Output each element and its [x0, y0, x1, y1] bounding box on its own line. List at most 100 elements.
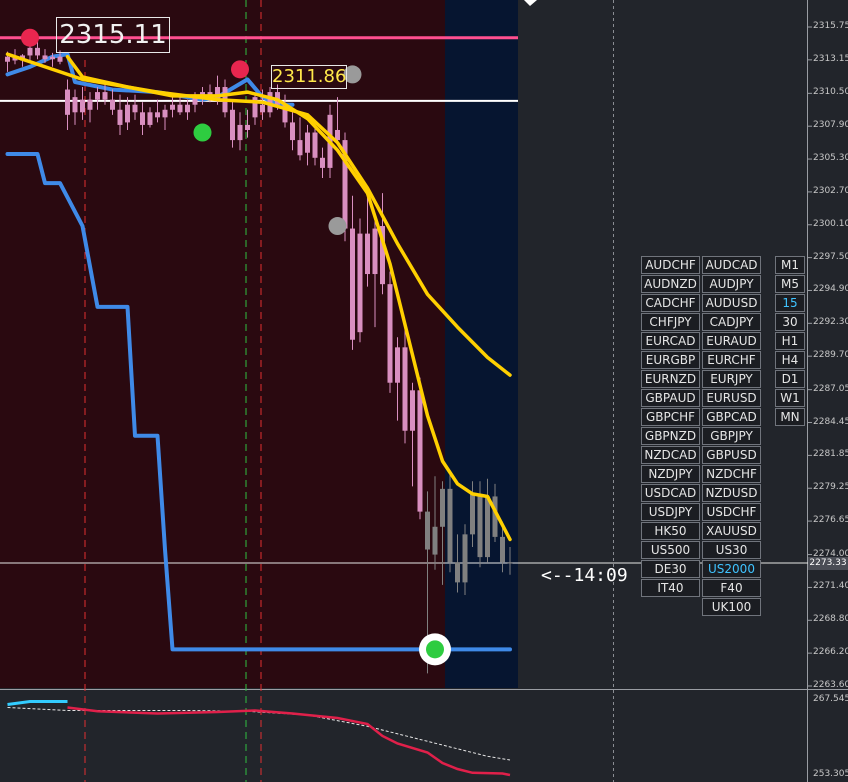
symbol-button-hk50[interactable]: HK50	[641, 522, 700, 540]
candle-body	[260, 104, 265, 113]
symbol-button-gbpnzd[interactable]: GBPNZD	[641, 427, 700, 445]
buy-signal-marker	[193, 123, 212, 142]
symbol-button-euraud[interactable]: EURAUD	[702, 332, 761, 350]
symbol-button-f40[interactable]: F40	[702, 579, 761, 597]
symbol-button-usdcad[interactable]: USDCAD	[641, 484, 700, 502]
symbol-button-eurchf[interactable]: EURCHF	[702, 351, 761, 369]
symbol-button-audusd[interactable]: AUDUSD	[702, 294, 761, 312]
timeframe-button-m5[interactable]: M5	[775, 275, 805, 293]
symbol-button-audchf[interactable]: AUDCHF	[641, 256, 700, 274]
symbol-button-eurcad[interactable]: EURCAD	[641, 332, 700, 350]
symbol-button-nzdjpy[interactable]: NZDJPY	[641, 465, 700, 483]
symbol-button-eurusd[interactable]: EURUSD	[702, 389, 761, 407]
candle-body	[372, 228, 378, 275]
axis-tick-label: 2266.20	[813, 647, 848, 658]
axis-tick-label: 2297.50	[813, 251, 848, 262]
price-axis[interactable]	[808, 26, 812, 687]
axis-tick-label: 2300.10	[813, 218, 848, 229]
symbol-button-xauusd[interactable]: XAUUSD	[702, 522, 761, 540]
symbol-button-us500[interactable]: US500	[641, 541, 700, 559]
timeframe-button-m1[interactable]: M1	[775, 256, 805, 274]
candle-body	[365, 233, 370, 275]
symbol-button-nzdchf[interactable]: NZDCHF	[702, 465, 761, 483]
candle-body	[297, 140, 303, 156]
candle-body	[132, 104, 138, 113]
candle-body	[417, 390, 423, 512]
symbol-button-eurjpy[interactable]: EURJPY	[702, 370, 761, 388]
candle-body	[350, 228, 355, 340]
candle-body	[500, 536, 505, 563]
timeframe-button-h1[interactable]: H1	[775, 332, 805, 350]
timeframe-button-h4[interactable]: H4	[775, 351, 805, 369]
candle	[387, 271, 393, 393]
symbol-button-de30[interactable]: DE30	[641, 560, 700, 578]
symbol-button-gbpaud[interactable]: GBPAUD	[641, 389, 700, 407]
axis-tick-label: 2287.05	[813, 383, 848, 394]
target-marker-dot	[426, 640, 444, 659]
candle-body	[425, 511, 430, 550]
symbol-button-usdjpy[interactable]: USDJPY	[641, 503, 700, 521]
axis-tick-label: 2313.15	[813, 53, 848, 64]
symbol-button-gbpcad[interactable]: GBPCAD	[702, 408, 761, 426]
candle-body	[177, 104, 183, 113]
timeframe-button-d1[interactable]: D1	[775, 370, 805, 388]
mid-price-label: 2311.86	[271, 65, 347, 89]
neutral-signal-marker	[328, 217, 347, 236]
symbol-button-nzdcad[interactable]: NZDCAD	[641, 446, 700, 464]
candle-body	[432, 526, 438, 555]
axis-tick-label: 2263.60	[813, 680, 848, 690]
symbol-button-eurgbp[interactable]: EURGBP	[641, 351, 700, 369]
candle-body	[110, 99, 115, 110]
timeframe-button-mn[interactable]: MN	[775, 408, 805, 426]
candle-body	[470, 493, 475, 535]
candle-body	[357, 233, 363, 333]
timeframe-button-15[interactable]: 15	[775, 294, 805, 312]
osc-axis-bottom: 253.3057	[813, 769, 848, 779]
symbol-button-chfjpy[interactable]: CHFJPY	[641, 313, 700, 331]
symbol-button-cadchf[interactable]: CADCHF	[641, 294, 700, 312]
symbol-button-eurnzd[interactable]: EURNZD	[641, 370, 700, 388]
candle-body	[95, 92, 100, 100]
candle-body	[65, 89, 70, 115]
candle-body	[230, 109, 235, 141]
candle-body	[245, 124, 250, 130]
symbol-button-gbpusd[interactable]: GBPUSD	[702, 446, 761, 464]
high-price-label: 2315.11	[56, 17, 170, 53]
symbol-button-gbpchf[interactable]: GBPCHF	[641, 408, 700, 426]
candle-body	[402, 347, 408, 431]
candle-body	[455, 562, 460, 583]
sell-signal-marker	[231, 60, 249, 79]
axis-tick-label: 2310.50	[813, 87, 848, 98]
axis-tick-label: 2281.85	[813, 449, 848, 460]
candle-body	[237, 124, 243, 141]
axis-tick-label: 2271.40	[813, 581, 848, 592]
candle-body	[155, 112, 160, 118]
timeframe-button-30[interactable]: 30	[775, 313, 805, 331]
symbol-button-audcad[interactable]: AUDCAD	[702, 256, 761, 274]
symbol-button-nzdusd[interactable]: NZDUSD	[702, 484, 761, 502]
candle-body	[5, 56, 10, 62]
symbol-button-us2000[interactable]: US2000	[702, 560, 761, 578]
axis-tick-label: 2294.90	[813, 284, 848, 295]
osc-axis-top: 267.5453	[813, 694, 848, 704]
candle-body	[125, 104, 130, 123]
symbol-button-us30[interactable]: US30	[702, 541, 761, 559]
symbol-button-usdchf[interactable]: USDCHF	[702, 503, 761, 521]
symbol-button-audjpy[interactable]: AUDJPY	[702, 275, 761, 293]
axis-tick-label: 2276.65	[813, 515, 848, 526]
trading-chart-window[interactable]: 2315.11 2311.86 2315.75 2313.15 2310.50 230…	[0, 0, 848, 782]
candle-body	[440, 488, 445, 527]
symbol-button-it40[interactable]: IT40	[641, 579, 700, 597]
navy-zone	[445, 0, 518, 688]
axis-tick-label: 2292.30	[813, 317, 848, 328]
timeframe-button-w1[interactable]: W1	[775, 389, 805, 407]
symbol-button-cadjpy[interactable]: CADJPY	[702, 313, 761, 331]
symbol-button-audnzd[interactable]: AUDNZD	[641, 275, 700, 293]
candle-body	[57, 56, 63, 62]
symbol-button-uk100[interactable]: UK100	[702, 598, 761, 616]
symbol-button-gbpjpy[interactable]: GBPJPY	[702, 427, 761, 445]
candle-body	[485, 496, 490, 558]
oscillator-background	[0, 690, 808, 782]
candle-body	[305, 132, 310, 153]
candle-body	[507, 562, 513, 564]
